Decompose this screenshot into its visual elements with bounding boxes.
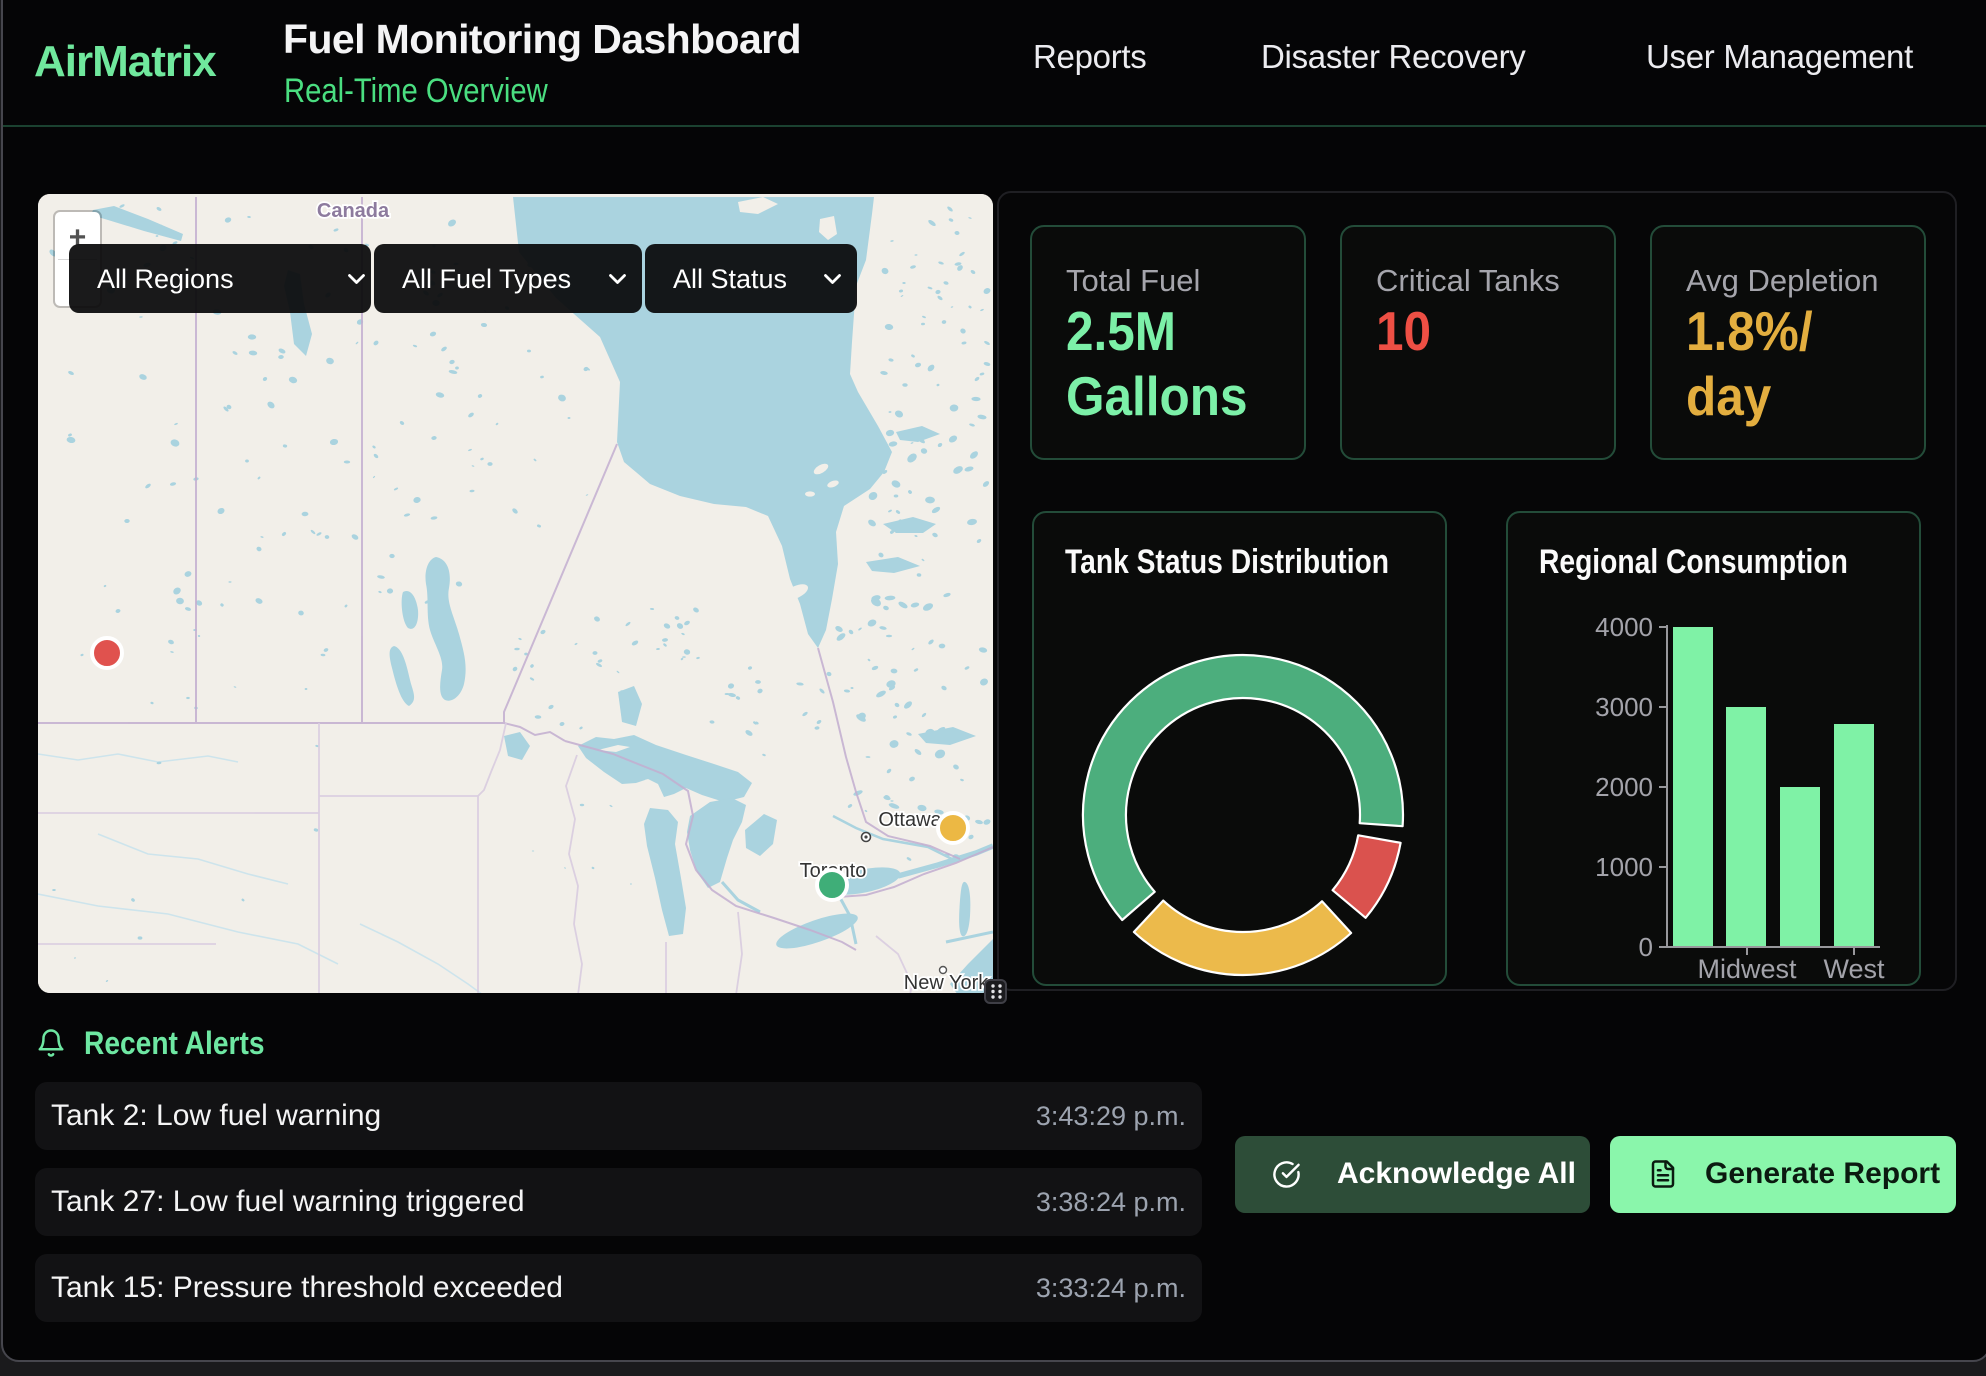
svg-text:0: 0 xyxy=(1639,932,1653,962)
svg-text:Ottawa: Ottawa xyxy=(878,809,942,831)
svg-text:New York: New York xyxy=(904,972,989,993)
svg-text:West: West xyxy=(1823,954,1885,984)
svg-text:1000: 1000 xyxy=(1595,852,1653,882)
svg-text:3000: 3000 xyxy=(1595,692,1653,722)
svg-text:Midwest: Midwest xyxy=(1697,954,1797,984)
svg-text:2000: 2000 xyxy=(1595,772,1653,802)
svg-text:4000: 4000 xyxy=(1595,612,1653,642)
svg-text:Canada: Canada xyxy=(317,200,390,222)
